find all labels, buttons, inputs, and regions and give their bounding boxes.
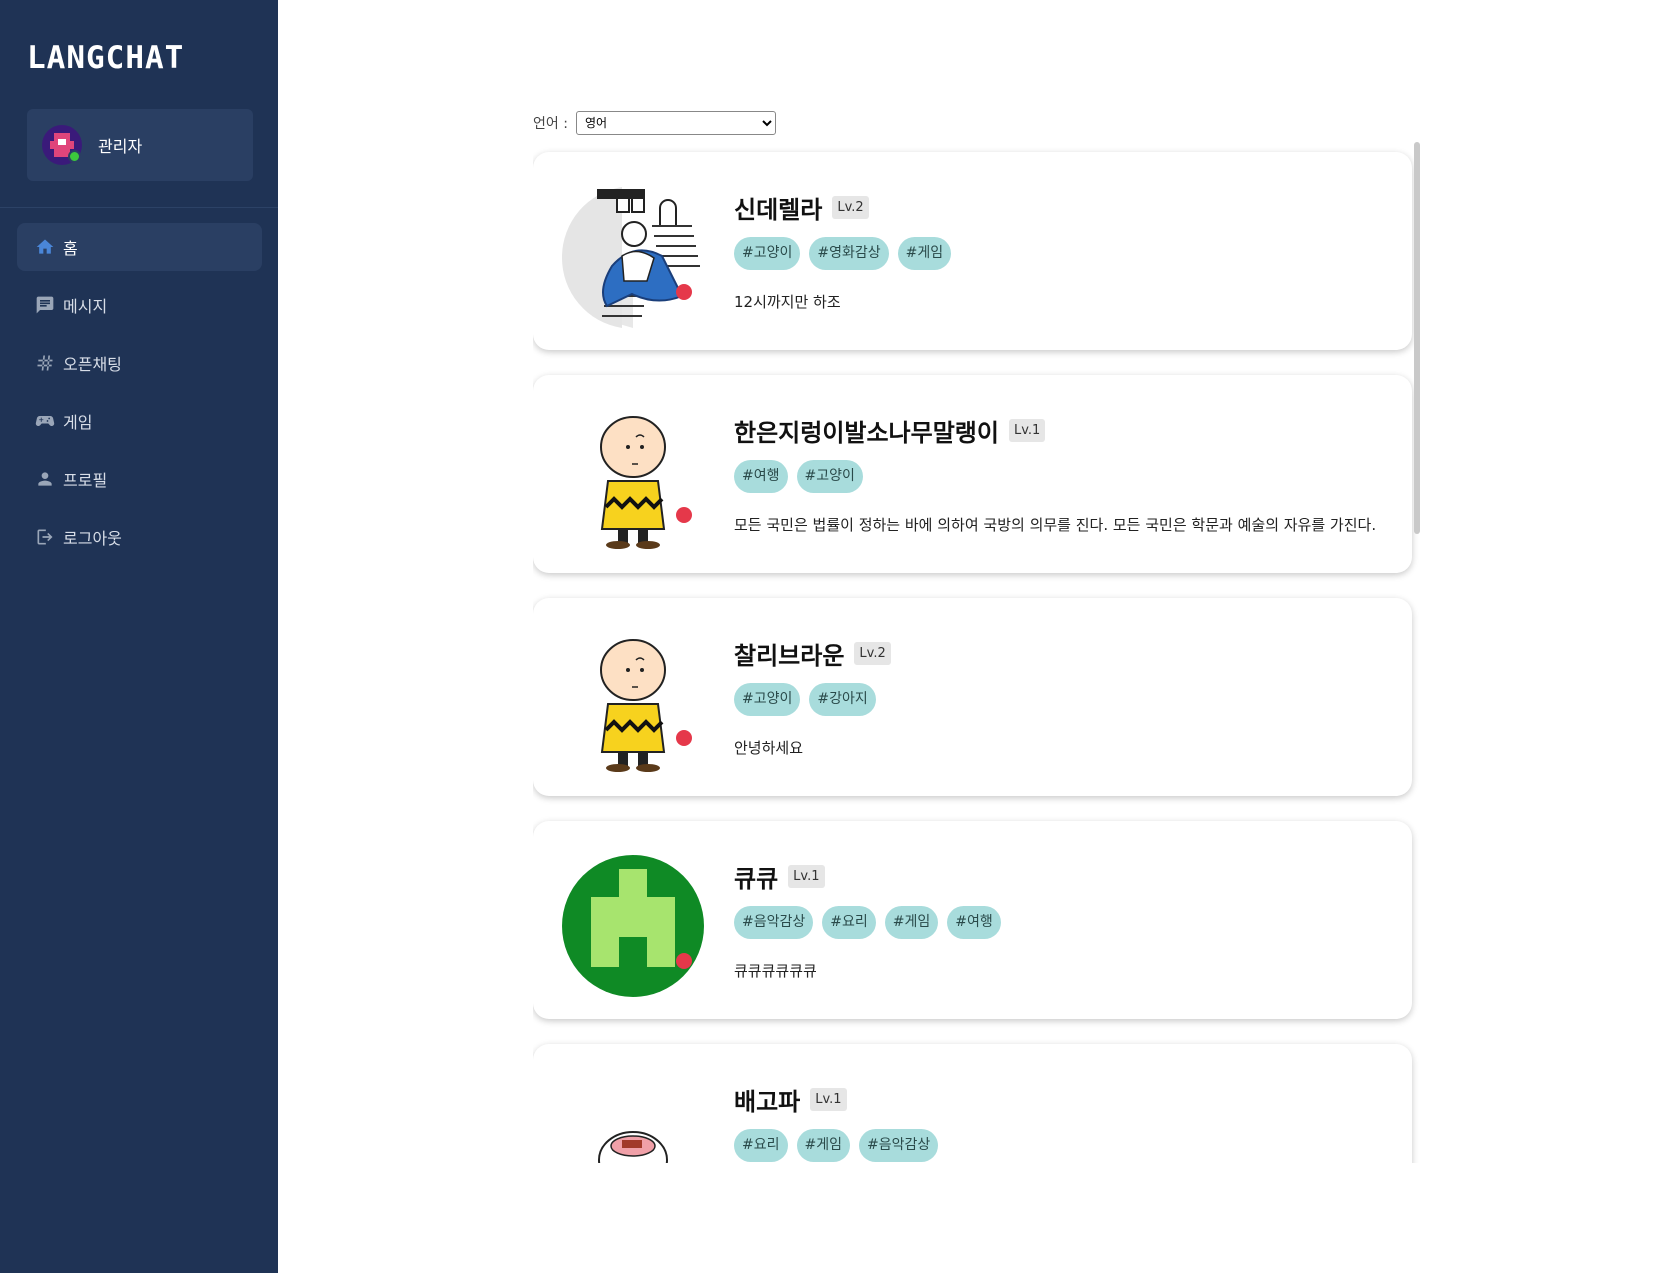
pixel-identicon-avatar-image (562, 855, 704, 997)
friend-name: 찰리브라운 (734, 642, 845, 670)
tag[interactable]: #고양이 (796, 460, 863, 493)
sidebar-item-home[interactable]: 홈 (17, 223, 262, 271)
friend-name-row: 한은지렁이발소나무말랭이 Lv.1 (734, 413, 1046, 448)
level-badge: Lv.1 (788, 865, 825, 888)
friend-card[interactable]: 큐큐 Lv.1 #음악감상 #요리 #게임 #여행 큐큐큐큐큐큐 (533, 821, 1412, 1019)
sidebar-item-profile[interactable]: 프로필 (17, 455, 262, 503)
avatar (562, 855, 704, 997)
sidebar-divider (0, 207, 278, 208)
tag[interactable]: #게임 (897, 237, 952, 270)
tag[interactable]: #여행 (734, 460, 788, 493)
home-icon (35, 237, 55, 257)
sidebar-item-logout[interactable]: 로그아웃 (17, 513, 262, 561)
level-badge: Lv.1 (1008, 419, 1046, 442)
friend-name-row: 배고파 Lv.1 (734, 1082, 847, 1117)
level-badge: Lv.2 (854, 642, 891, 665)
avatar (562, 1078, 704, 1163)
status-dot (676, 284, 692, 300)
friend-name: 배고파 (734, 1088, 801, 1116)
tag-list: #고양이 #영화감상 #게임 (734, 237, 960, 270)
sidebar-item-label: 오픈채팅 (63, 355, 122, 374)
tag[interactable]: #요리 (734, 1129, 788, 1162)
language-row: 언어 : 영어 (533, 111, 776, 135)
sidebar-item-message[interactable]: 메시지 (17, 281, 262, 329)
tag[interactable]: #요리 (822, 906, 876, 939)
friend-name: 한은지렁이발소나무말랭이 (734, 419, 999, 447)
tag-list: #음악감상 #요리 #게임 #여행 (734, 906, 1010, 939)
friend-name: 신데렐라 (734, 196, 823, 224)
sidebar-item-label: 메시지 (63, 297, 108, 316)
tag[interactable]: #고양이 (734, 237, 801, 270)
list-scrollbar[interactable] (1414, 142, 1420, 534)
app-logo[interactable]: LANGCHAT (27, 40, 184, 76)
status-message: 큐큐큐큐큐큐 (734, 962, 817, 980)
friend-name-row: 찰리브라운 Lv.2 (734, 636, 891, 671)
sidebar: LANGCHAT 관리자 홈 메시지 오픈채팅 게임 프로필 로그아웃 (0, 0, 278, 1273)
logout-icon (35, 527, 55, 547)
sidebar-item-label: 로그아웃 (63, 529, 122, 548)
message-icon (35, 295, 55, 315)
friend-list[interactable]: 신데렐라 Lv.2 #고양이 #영화감상 #게임 12시까지만 하조 한은지렁이… (533, 141, 1419, 1163)
avatar (562, 632, 704, 774)
sidebar-nav: 홈 메시지 오픈채팅 게임 프로필 로그아웃 (17, 223, 262, 571)
hungry-character-avatar-image (598, 1131, 668, 1163)
friend-card[interactable]: 배고파 Lv.1 #요리 #게임 #음악감상 (533, 1044, 1412, 1163)
avatar (562, 409, 704, 551)
tag[interactable]: #강아지 (809, 683, 876, 716)
status-dot (676, 507, 692, 523)
tag-list: #여행 #고양이 (734, 460, 872, 493)
hash-icon (35, 353, 55, 373)
status-message: 안녕하세요 (734, 739, 804, 757)
language-select[interactable]: 영어 (575, 111, 776, 135)
language-label: 언어 : (533, 116, 568, 132)
charlie-brown-avatar-image (600, 639, 666, 772)
friend-name-row: 신데렐라 Lv.2 (734, 190, 869, 225)
tag[interactable]: #고양이 (734, 683, 801, 716)
gamepad-icon (35, 411, 55, 431)
tag[interactable]: #영화감상 (809, 237, 889, 270)
sidebar-item-label: 프로필 (63, 471, 108, 490)
sidebar-item-game[interactable]: 게임 (17, 397, 262, 445)
level-badge: Lv.2 (832, 196, 869, 219)
cinderella-avatar-image (561, 187, 700, 328)
friend-card[interactable]: 한은지렁이발소나무말랭이 Lv.1 #여행 #고양이 모든 국민은 법률이 정하… (533, 375, 1412, 573)
charlie-brown-avatar-image (600, 416, 666, 549)
tag[interactable]: #음악감상 (859, 1129, 939, 1162)
person-icon (35, 469, 55, 489)
friend-name-row: 큐큐 Lv.1 (734, 859, 825, 894)
status-message: 12시까지만 하조 (734, 293, 841, 311)
tag-list: #고양이 #강아지 (734, 683, 885, 716)
user-card[interactable]: 관리자 (27, 109, 253, 181)
user-name: 관리자 (98, 137, 143, 156)
status-message: 모든 국민은 법률이 정하는 바에 의하여 국방의 의무를 진다. 모든 국민은… (734, 516, 1377, 534)
sidebar-item-openchat[interactable]: 오픈채팅 (17, 339, 262, 387)
friend-card[interactable]: 신데렐라 Lv.2 #고양이 #영화감상 #게임 12시까지만 하조 (533, 152, 1412, 350)
level-badge: Lv.1 (810, 1088, 847, 1111)
friend-card[interactable]: 찰리브라운 Lv.2 #고양이 #강아지 안녕하세요 (533, 598, 1412, 796)
tag[interactable]: #게임 (796, 1129, 850, 1162)
tag-list: #요리 #게임 #음악감상 (734, 1129, 947, 1162)
tag[interactable]: #여행 (947, 906, 1001, 939)
sidebar-item-label: 홈 (63, 239, 78, 258)
status-dot (676, 953, 692, 969)
avatar (561, 186, 704, 328)
online-status-dot (68, 150, 81, 163)
status-dot (676, 730, 692, 746)
tag[interactable]: #음악감상 (734, 906, 814, 939)
sidebar-item-label: 게임 (63, 413, 93, 432)
friend-name: 큐큐 (734, 865, 779, 893)
tag[interactable]: #게임 (884, 906, 939, 939)
